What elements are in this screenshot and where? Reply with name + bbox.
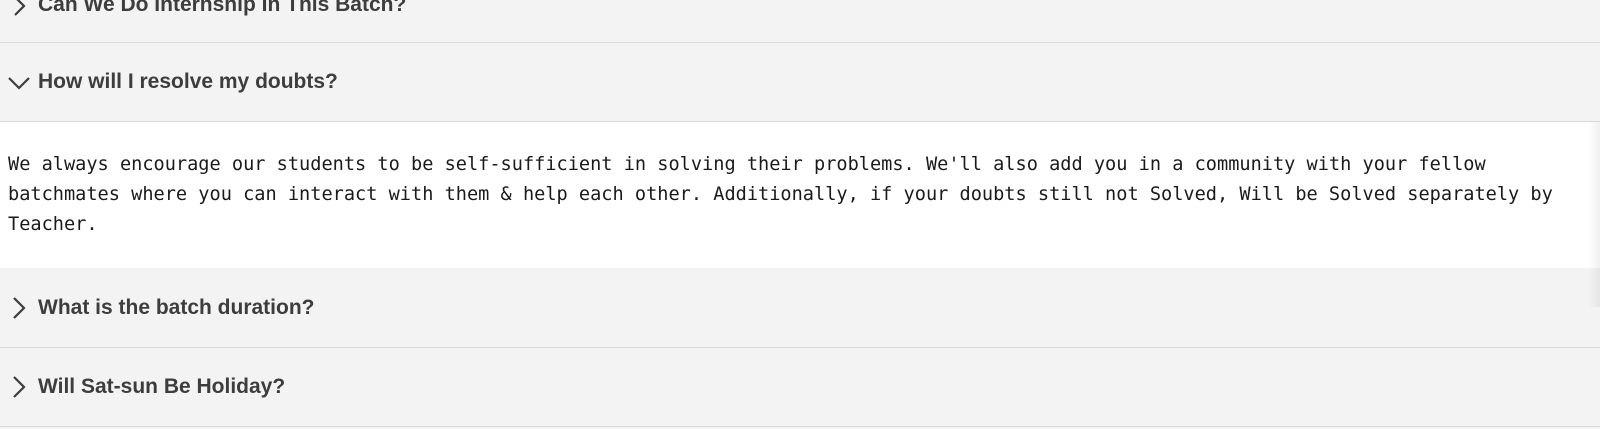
scroll-shadow	[1588, 122, 1600, 307]
faq-accordion: Can We Do Internship In This Batch? How …	[0, 0, 1600, 429]
faq-item: How will I resolve my doubts? We always …	[0, 43, 1600, 268]
faq-item: What is the batch duration?	[0, 268, 1600, 348]
faq-question-text: Will Sat-sun Be Holiday?	[38, 375, 286, 398]
chevron-down-icon	[0, 74, 38, 90]
chevron-right-icon	[0, 0, 38, 17]
chevron-right-icon	[0, 296, 38, 320]
faq-question-toggle[interactable]: How will I resolve my doubts?	[0, 43, 1600, 122]
faq-item: Will Sat-sun Be Holiday?	[0, 348, 1600, 427]
faq-question-text: What is the batch duration?	[38, 295, 315, 319]
faq-answer-text: We always encourage our students to be s…	[0, 122, 1600, 268]
faq-question-text: How will I resolve my doubts?	[38, 70, 338, 93]
chevron-right-icon	[0, 375, 38, 399]
faq-question-toggle[interactable]: Will Sat-sun Be Holiday?	[0, 348, 1600, 426]
faq-question-text: Can We Do Internship In This Batch?	[38, 0, 407, 16]
faq-question-toggle[interactable]: What is the batch duration?	[0, 268, 1600, 347]
faq-question-toggle[interactable]: Can We Do Internship In This Batch?	[0, 0, 1600, 43]
faq-item: Can We Do Internship In This Batch?	[0, 0, 1600, 43]
